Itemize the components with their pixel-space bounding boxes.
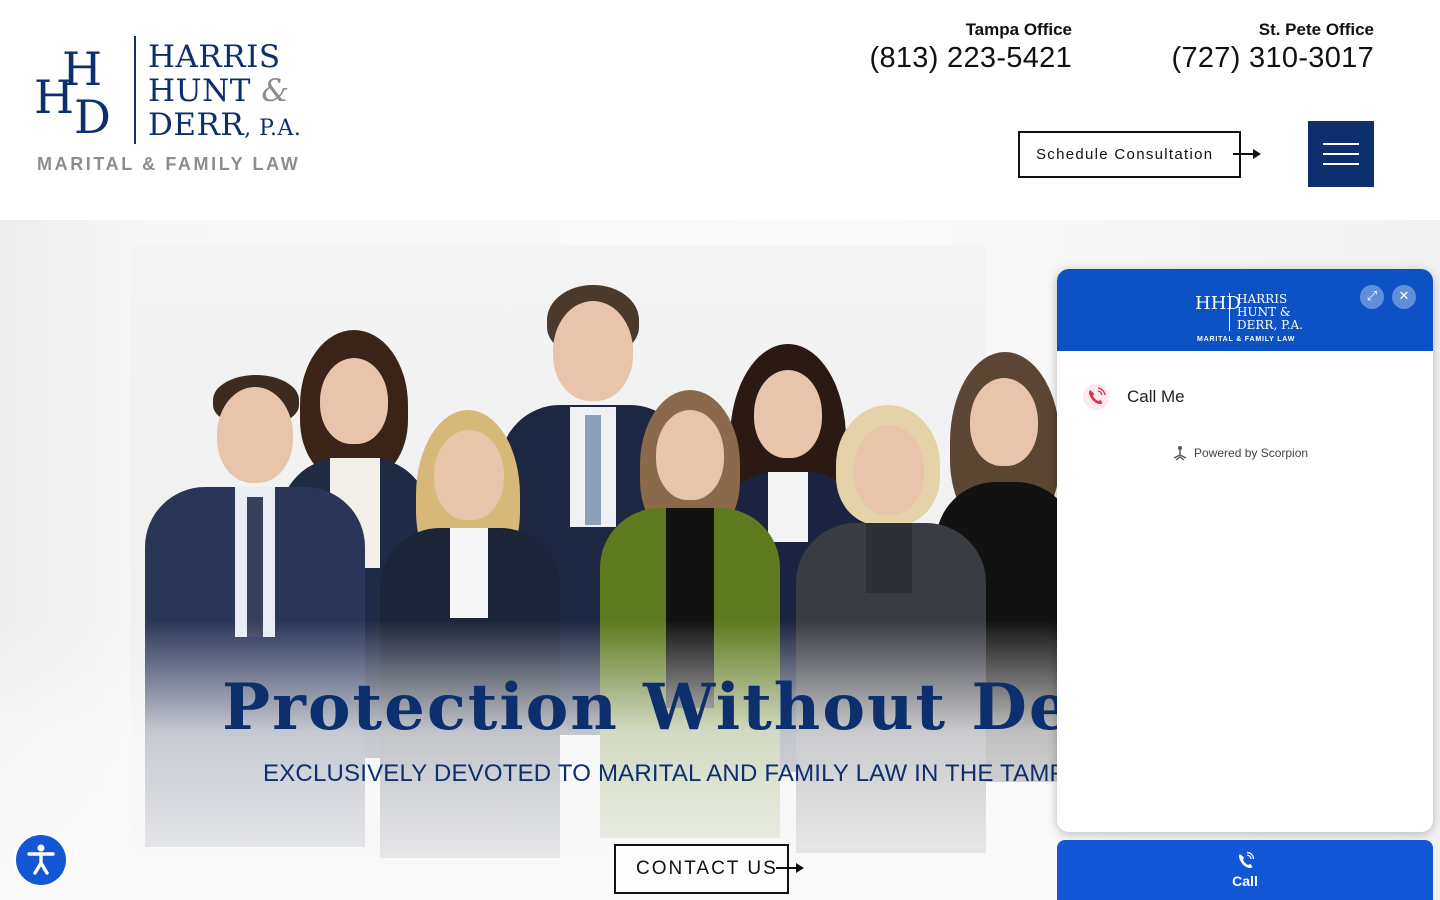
hero-subtitle: EXCLUSIVELY DEVOTED TO MARITAL AND FAMIL… <box>263 760 1060 787</box>
arrow-right-icon <box>1233 149 1261 159</box>
logo-wordmark: HARRIS HUNT & DERR, P.A. <box>148 39 302 143</box>
logo-tagline: MARITAL & FAMILY LAW <box>37 154 301 174</box>
chat-firm-logo: HHD HARRIS HUNT & DERR, P.A. MARITAL & F… <box>1195 292 1304 344</box>
st-pete-office: St. Pete Office (727) 310-3017 <box>1171 20 1374 75</box>
contact-us-button[interactable]: CONTACT US <box>614 844 789 894</box>
powered-by-label: Powered by Scorpion <box>1194 446 1309 460</box>
call-button[interactable]: Call <box>1057 840 1433 900</box>
site-header: H H D HARRIS HUNT & DERR, P.A. MARITAL &… <box>0 0 1440 220</box>
accessibility-button[interactable] <box>16 835 66 885</box>
office-phone-link[interactable]: (813) 223-5421 <box>869 42 1072 75</box>
phone-icon <box>1083 384 1109 410</box>
call-me-option[interactable]: Call Me <box>1081 381 1185 413</box>
logo-divider <box>134 36 136 144</box>
tampa-office: Tampa Office (813) 223-5421 <box>869 20 1072 75</box>
office-name: Tampa Office <box>965 20 1072 39</box>
hamburger-menu-icon <box>1323 143 1359 145</box>
close-icon[interactable]: ✕ <box>1392 285 1416 309</box>
accessibility-icon <box>27 844 55 875</box>
firm-logo[interactable]: H H D HARRIS HUNT & DERR, P.A. MARITAL &… <box>34 36 314 178</box>
schedule-consultation-button[interactable]: Schedule Consultation <box>1018 131 1241 178</box>
arrow-right-icon <box>776 863 804 873</box>
scorpion-logo-icon <box>1173 446 1187 461</box>
hero-title: Protection Without Destruction <box>222 670 1062 745</box>
call-button-label: Call <box>1232 873 1258 889</box>
phone-icon <box>1239 851 1255 869</box>
hamburger-menu-button[interactable] <box>1308 121 1374 187</box>
chat-widget-header: HHD HARRIS HUNT & DERR, P.A. MARITAL & F… <box>1057 269 1433 351</box>
logo-monogram: H H D <box>34 42 111 144</box>
call-me-label: Call Me <box>1127 387 1185 406</box>
powered-by-scorpion[interactable]: Powered by Scorpion <box>1171 444 1308 462</box>
expand-icon[interactable]: ⤢ <box>1360 285 1384 309</box>
chat-widget: HHD HARRIS HUNT & DERR, P.A. MARITAL & F… <box>1057 269 1433 832</box>
contact-us-label: CONTACT US <box>636 858 778 879</box>
schedule-consultation-label: Schedule Consultation <box>1036 146 1214 163</box>
office-phone-link[interactable]: (727) 310-3017 <box>1171 42 1374 75</box>
office-name: St. Pete Office <box>1258 20 1374 39</box>
